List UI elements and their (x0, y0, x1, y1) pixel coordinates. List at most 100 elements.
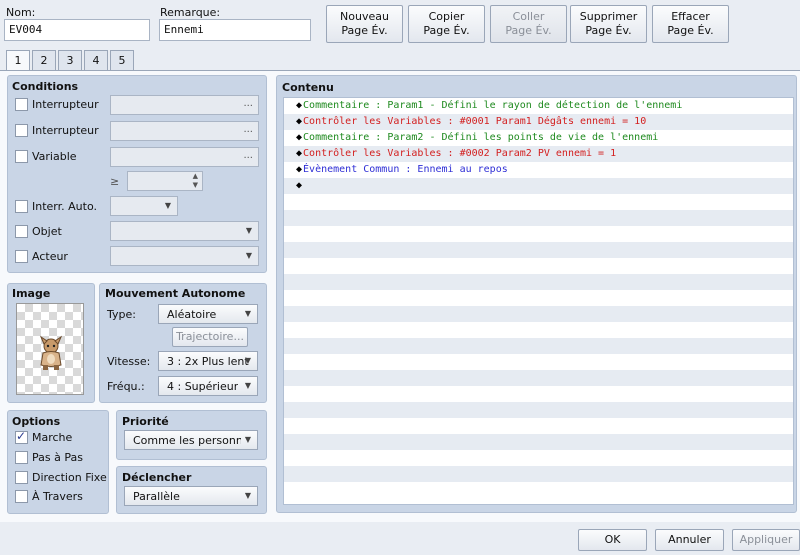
command-row[interactable]: ◆Commentaire : Param2 - Défini les point… (284, 130, 793, 146)
command-separator: : (369, 132, 388, 143)
walking-checkbox[interactable] (15, 429, 28, 444)
command-row[interactable] (284, 210, 793, 226)
name-input[interactable]: EV004 (4, 19, 150, 41)
through-checkbox[interactable] (15, 490, 28, 503)
tab-1[interactable]: 1 (6, 50, 30, 71)
tab-5[interactable]: 5 (110, 50, 134, 70)
switch1-label: Interrupteur (32, 98, 99, 111)
route-button[interactable]: Trajectoire... (172, 327, 248, 347)
actor-select[interactable]: ▼ (110, 246, 259, 266)
command-row[interactable] (284, 370, 793, 386)
chevron-down-icon: ▼ (244, 356, 251, 365)
variable-dots[interactable]: ... (243, 150, 253, 161)
stepping-checkbox[interactable] (15, 451, 28, 464)
content-title: Contenu (282, 81, 334, 94)
command-row[interactable] (284, 338, 793, 354)
event-command-list[interactable]: ◆Commentaire : Param1 - Défini le rayon … (283, 97, 794, 505)
switch2-dots[interactable]: ... (243, 124, 253, 135)
chevron-down-icon: ▼ (245, 251, 252, 260)
variable-value-stepper[interactable]: ▲ ▼ (127, 171, 203, 191)
trigger-select[interactable]: Parallèle ▼ (124, 486, 258, 506)
command-row[interactable] (284, 466, 793, 482)
command-row[interactable] (284, 274, 793, 290)
command-row[interactable] (284, 402, 793, 418)
command-bullet-icon: ◆ (296, 180, 303, 191)
switch1-checkbox[interactable] (15, 98, 28, 111)
tab-4[interactable]: 4 (84, 50, 108, 70)
switch2-checkbox[interactable] (15, 124, 28, 137)
frequency-label: Fréqu.: (107, 380, 145, 393)
command-bullet-icon: ◆ (296, 116, 303, 127)
new-page-button[interactable]: Nouveau Page Év. (326, 5, 403, 43)
walking-label: Marche (32, 431, 73, 444)
command-separator: : (441, 116, 460, 127)
chevron-down-icon: ▼ (245, 226, 252, 235)
clear-page-button[interactable]: Effacer Page Év. (652, 5, 729, 43)
cancel-button[interactable]: Annuler (655, 529, 724, 551)
command-row[interactable] (284, 194, 793, 210)
ok-button[interactable]: OK (578, 529, 647, 551)
command-row[interactable]: ◆Évènement Commun : Ennemi au repos (284, 162, 793, 178)
chevron-down-icon: ▼ (244, 491, 251, 500)
variable-checkbox[interactable] (15, 150, 28, 163)
paste-page-button[interactable]: Coller Page Év. (490, 5, 567, 43)
chevron-down-icon: ▼ (244, 435, 251, 444)
delete-page-button[interactable]: Supprimer Page Év. (570, 5, 647, 43)
item-checkbox[interactable] (15, 225, 28, 238)
apply-button[interactable]: Appliquer (732, 529, 800, 551)
command-row[interactable] (284, 482, 793, 498)
speed-label: Vitesse: (107, 355, 151, 368)
trigger-title: Déclencher (122, 471, 192, 484)
command-type: Contrôler les Variables (303, 116, 442, 127)
tab-2[interactable]: 2 (32, 50, 56, 70)
command-row[interactable] (284, 258, 793, 274)
tab-3[interactable]: 3 (58, 50, 82, 70)
remark-label: Remarque: (160, 6, 221, 19)
command-row[interactable]: ◆ (284, 178, 793, 194)
item-select[interactable]: ▼ (110, 221, 259, 241)
variable-input[interactable]: ... (110, 147, 259, 167)
self-switch-label: Interr. Auto. (32, 200, 97, 213)
switch1-dots[interactable]: ... (243, 98, 253, 109)
command-row[interactable] (284, 450, 793, 466)
chevron-down-icon: ▼ (244, 309, 251, 318)
remark-input[interactable]: Ennemi (159, 19, 311, 41)
movement-title: Mouvement Autonome (105, 287, 246, 300)
command-row[interactable] (284, 306, 793, 322)
command-row[interactable] (284, 386, 793, 402)
copy-page-button[interactable]: Copier Page Év. (408, 5, 485, 43)
stepper-arrows-icon[interactable]: ▲ ▼ (193, 172, 198, 190)
command-row[interactable] (284, 322, 793, 338)
name-label: Nom: (6, 6, 36, 19)
command-row[interactable] (284, 226, 793, 242)
image-title: Image (12, 287, 51, 300)
switch1-input[interactable]: ... (110, 95, 259, 115)
character-sprite-icon (39, 335, 63, 370)
priority-select[interactable]: Comme les personn···▼ (124, 430, 258, 450)
self-switch-select[interactable]: ▼ (110, 196, 178, 216)
options-title: Options (12, 415, 61, 428)
command-row[interactable] (284, 418, 793, 434)
command-row[interactable]: ◆Contrôler les Variables : #0001 Param1 … (284, 114, 793, 130)
conditions-title: Conditions (12, 80, 79, 93)
command-row[interactable] (284, 290, 793, 306)
direction-fix-checkbox[interactable] (15, 471, 28, 484)
command-bullet-icon: ◆ (296, 148, 303, 159)
speed-select[interactable]: 3 : 2x Plus lent ▼ (158, 351, 258, 371)
type-select[interactable]: Aléatoire ▼ (158, 304, 258, 324)
command-type: Contrôler les Variables (303, 148, 442, 159)
command-row[interactable]: ◆Contrôler les Variables : #0002 Param2 … (284, 146, 793, 162)
actor-checkbox[interactable] (15, 250, 28, 263)
event-image-preview[interactable] (16, 303, 84, 395)
variable-label: Variable (32, 150, 77, 163)
command-row[interactable] (284, 242, 793, 258)
command-row[interactable] (284, 434, 793, 450)
frequency-select[interactable]: 4 : Supérieur ▼ (158, 376, 258, 396)
switch2-input[interactable]: ... (110, 121, 259, 141)
type-label: Type: (107, 308, 136, 321)
self-switch-checkbox[interactable] (15, 200, 28, 213)
command-row[interactable] (284, 354, 793, 370)
command-row[interactable]: ◆Commentaire : Param1 - Défini le rayon … (284, 98, 793, 114)
command-text: #0001 Param1 Dégâts ennemi = 10 (459, 116, 647, 127)
direction-fix-label: Direction Fixe (32, 471, 107, 484)
